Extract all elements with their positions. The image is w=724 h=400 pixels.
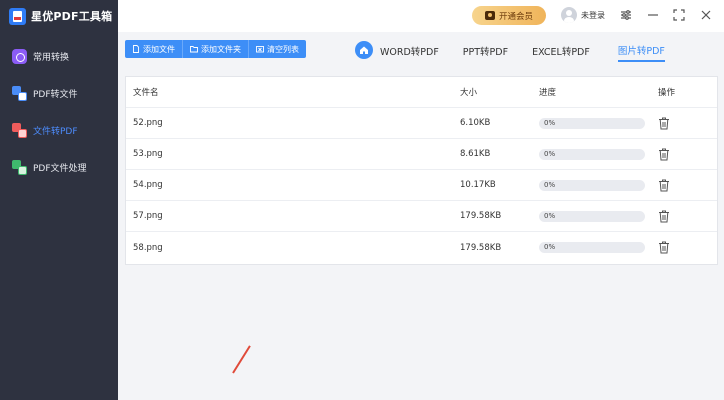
file-size: 6.10KB [460,118,491,128]
file-table: 文件名 大小 进度 操作 52.png 6.10KB 0% 53.png 8.61KB 0… [125,76,718,265]
vip-icon [484,11,495,20]
convert-tabs: WORD转PDF PPT转PDF EXCEL转PDF 图片转PDF [355,38,677,62]
tab-ppt-to-pdf[interactable]: PPT转PDF [463,40,520,62]
progress-bar: 0% [539,242,645,253]
delete-icon[interactable] [658,210,670,223]
table-header: 文件名 大小 进度 操作 [126,77,717,108]
tab-excel-to-pdf[interactable]: EXCEL转PDF [532,40,602,62]
file-name: 58.png [133,242,163,253]
clear-list-button[interactable]: 清空列表 [249,40,306,58]
pdf-to-file-icon [12,86,27,101]
file-name: 57.png [133,211,163,221]
sidebar-nav: 常用转换 PDF转文件 文件转PDF PDF文件处理 [0,38,118,186]
add-folder-label: 添加文件夹 [201,44,241,54]
table-row: 57.png 179.58KB 0% [126,201,717,232]
table-row: 52.png 6.10KB 0% [126,108,717,139]
progress-bar: 0% [539,211,645,222]
add-file-label: 添加文件 [143,44,175,54]
delete-icon[interactable] [658,117,670,130]
cursor-stroke [232,345,251,374]
file-size: 10.17KB [460,180,496,190]
progress-bar: 0% [539,149,645,160]
file-size: 8.61KB [460,149,491,159]
close-icon[interactable] [699,8,713,22]
table-row: 54.png 10.17KB 0% [126,170,717,201]
brand: 星优PDF工具箱 [0,0,118,32]
progress-bar: 0% [539,118,645,129]
delete-icon[interactable] [658,179,670,192]
sidebar-item-file-to-pdf[interactable]: 文件转PDF [0,112,118,149]
avatar-icon [561,7,577,23]
sidebar-item-common-convert[interactable]: 常用转换 [0,38,118,75]
delete-icon[interactable] [658,148,670,161]
sidebar-item-label: 常用转换 [33,53,70,63]
header-progress: 进度 [539,88,557,98]
progress-text: 0% [544,243,556,251]
minimize-icon[interactable] [646,8,660,22]
pdf-process-icon [12,160,27,175]
tab-image-to-pdf[interactable]: 图片转PDF [617,40,665,62]
clear-icon [256,45,264,53]
header-action: 操作 [658,88,676,98]
sidebar-item-pdf-to-file[interactable]: PDF转文件 [0,75,118,112]
app-title: 星优PDF工具箱 [31,10,113,23]
maximize-icon[interactable] [672,8,686,22]
progress-bar: 0% [539,180,645,191]
progress-text: 0% [544,150,556,158]
vip-label: 开通会员 [498,11,533,22]
file-to-pdf-icon [12,123,27,138]
delete-icon[interactable] [658,241,670,254]
file-size: 179.58KB [460,211,502,221]
title-bar: 开通会员 未登录 [118,0,724,32]
app-logo-icon [9,7,26,25]
file-name: 54.png [133,180,163,190]
file-name: 52.png [133,118,163,128]
header-filename: 文件名 [133,88,159,98]
login-button[interactable]: 未登录 [561,7,605,23]
file-name: 53.png [133,149,163,159]
header-size: 大小 [460,88,478,98]
vip-button[interactable]: 开通会员 [472,6,546,25]
tab-word-to-pdf[interactable]: WORD转PDF [380,40,451,62]
table-row: 53.png 8.61KB 0% [126,139,717,170]
progress-text: 0% [544,212,556,220]
sidebar-item-label: PDF转文件 [33,90,78,100]
file-toolbar: 添加文件 添加文件夹 清空列表 [125,40,306,58]
sidebar-item-pdf-process[interactable]: PDF文件处理 [0,149,118,186]
clear-list-label: 清空列表 [267,44,299,54]
sidebar-item-label: PDF文件处理 [33,164,87,174]
settings-icon[interactable] [619,8,633,22]
sidebar-item-label: 文件转PDF [33,127,78,137]
progress-text: 0% [544,181,556,189]
progress-text: 0% [544,119,556,127]
sidebar: 星优PDF工具箱 常用转换 PDF转文件 文件转PDF PDF文件处理 [0,0,118,400]
file-icon [132,45,140,53]
folder-icon [190,45,198,53]
convert-icon [12,49,27,64]
home-icon[interactable] [355,41,373,59]
table-row: 58.png 179.58KB 0% [126,232,717,263]
add-folder-button[interactable]: 添加文件夹 [183,40,249,58]
file-size: 179.58KB [460,242,502,253]
add-file-button[interactable]: 添加文件 [125,40,183,58]
user-label: 未登录 [581,10,605,20]
